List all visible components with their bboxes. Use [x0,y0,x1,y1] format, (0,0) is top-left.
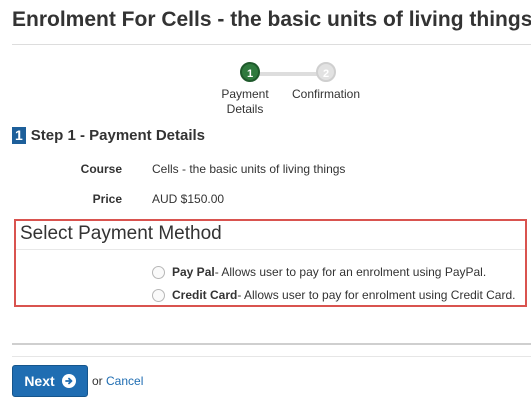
title-divider [12,44,531,45]
page-title: Enrolment For Cells - the basic units of… [12,8,531,31]
credit-card-option-name: Credit Card [172,288,238,302]
step-1-label-line2: Details [226,102,264,116]
step-2-indicator: 2 [316,62,336,82]
payment-method-heading: Select Payment Method [20,223,222,244]
step-1-label-line1: Payment [221,87,269,101]
paypal-option-name: Pay Pal [172,265,215,279]
paypal-radio[interactable] [152,265,165,279]
step-2-label: Confirmation [286,87,366,102]
cancel-link[interactable]: Cancel [106,374,143,388]
step-1-indicator: 1 [240,62,260,82]
payment-heading-divider [16,249,525,250]
price-label: Price [92,192,122,206]
progress-stepper: 1 2 Payment Details Confirmation [0,60,531,120]
credit-card-option-description: - Allows user to pay for enrolment using… [237,288,516,302]
form-divider [12,343,531,345]
course-value: Cells - the basic units of living things [152,162,346,176]
credit-card-option[interactable]: Credit Card - Allows user to pay for enr… [152,288,515,302]
course-label: Course [80,162,122,176]
circle-arrow-right-icon [61,374,76,388]
next-button-label: Next [24,373,55,389]
paypal-option[interactable]: Pay Pal - Allows user to pay for an enro… [152,265,486,279]
or-text: or [92,374,103,388]
stepper-connector [250,72,326,76]
paypal-option-description: - Allows user to pay for an enrolment us… [214,265,487,279]
step-heading: 1 Step 1 - Payment Details [12,127,205,144]
actions-divider [12,356,531,357]
step-number-badge: 1 [12,127,26,144]
step-1-label: Payment Details [210,87,280,117]
next-button[interactable]: Next [12,365,88,397]
step-title: Step 1 - Payment Details [30,127,206,144]
price-value: AUD $150.00 [152,192,225,206]
payment-method-panel: Select Payment Method Pay Pal - Allows u… [14,219,527,307]
credit-card-radio[interactable] [152,288,165,302]
step-2-label-line1: Confirmation [291,87,361,101]
